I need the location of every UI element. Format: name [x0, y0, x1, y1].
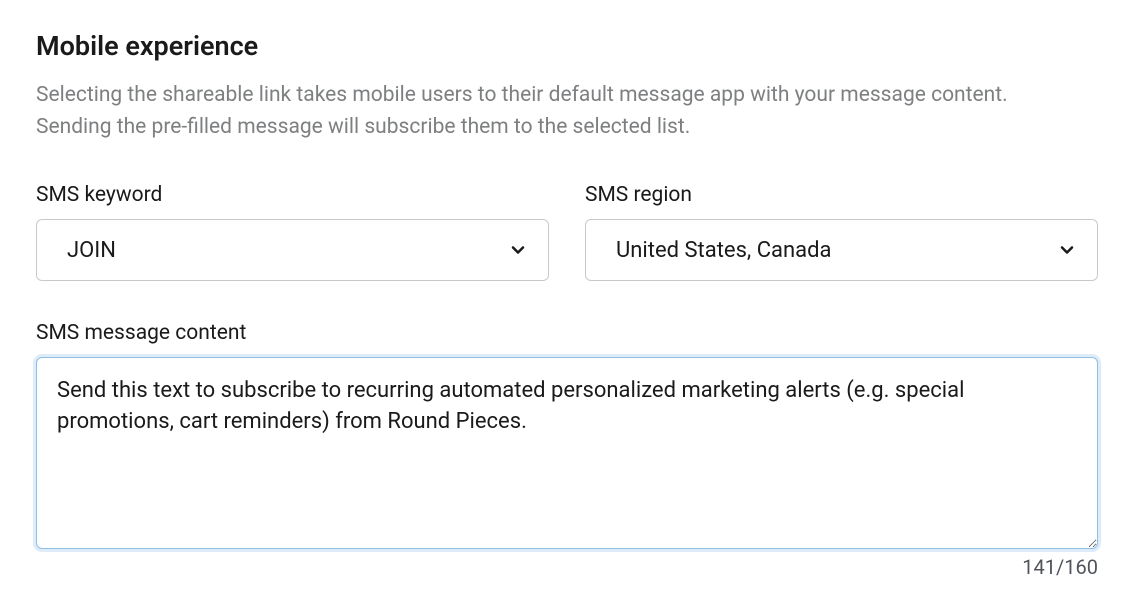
char-counter: 141/160 — [1022, 555, 1098, 579]
section-description: Selecting the shareable link takes mobil… — [36, 80, 1056, 143]
sms-keyword-select[interactable]: JOIN — [36, 219, 549, 281]
sms-region-select[interactable]: United States, Canada — [585, 219, 1098, 281]
sms-region-label: SMS region — [585, 183, 1098, 207]
form-row: SMS keyword JOIN SMS region United State… — [36, 183, 1098, 281]
sms-region-select-wrapper: United States, Canada — [585, 219, 1098, 281]
sms-message-content-label: SMS message content — [36, 321, 1098, 345]
sms-keyword-group: SMS keyword JOIN — [36, 183, 549, 281]
sms-message-content-group: SMS message content 141/160 — [36, 321, 1098, 579]
sms-keyword-label: SMS keyword — [36, 183, 549, 207]
section-title: Mobile experience — [36, 30, 1098, 62]
sms-keyword-select-wrapper: JOIN — [36, 219, 549, 281]
sms-region-group: SMS region United States, Canada — [585, 183, 1098, 281]
sms-message-content-textarea[interactable] — [36, 357, 1098, 549]
